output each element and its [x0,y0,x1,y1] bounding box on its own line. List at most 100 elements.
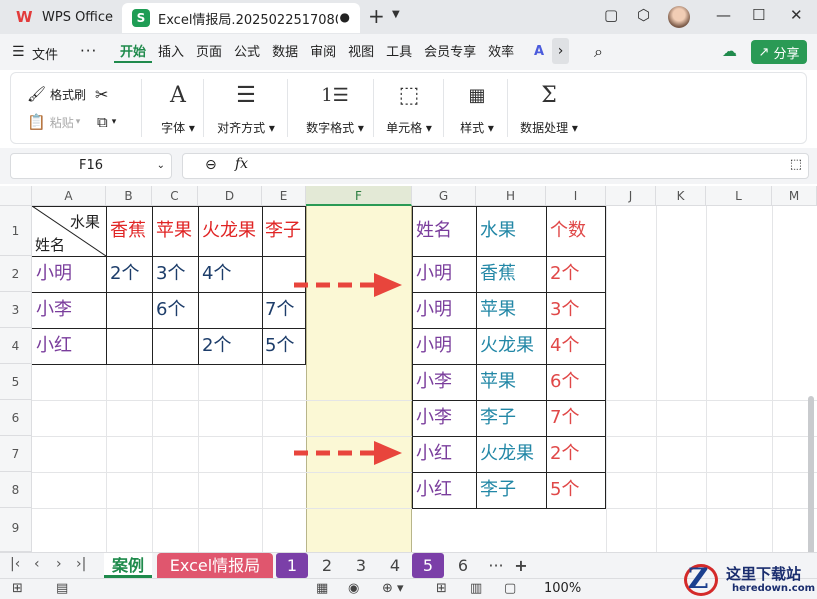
result-count-cell[interactable]: 4个 [547,328,579,364]
result-name-cell[interactable]: 小明 [413,292,452,328]
value-cell-c2[interactable]: 3个 [153,256,185,292]
row-header-8[interactable]: 8 [0,472,32,508]
result-fruit-cell[interactable]: 香蕉 [477,256,516,292]
tab-list-chevron-icon[interactable]: ▼ [392,9,400,20]
row-header-7[interactable]: 7 [0,436,32,472]
tab-data[interactable]: 数据 [266,43,304,63]
column-header-l[interactable]: L [706,186,772,206]
row-header-6[interactable]: 6 [0,400,32,436]
value-cell-c3[interactable]: 6个 [153,292,185,328]
column-header-m[interactable]: M [772,186,817,206]
hamburger-icon[interactable]: ☰ [12,44,25,60]
sheet-tab-3[interactable]: 3 [346,553,376,578]
menu-file[interactable]: 文件 [32,44,58,63]
result-fruit-cell[interactable]: 火龙果 [477,436,534,472]
unsaved-indicator[interactable]: ● [340,10,350,24]
tab-tools[interactable]: 工具 [380,43,418,63]
column-header-i[interactable]: I [546,186,606,206]
column-header-h[interactable]: H [476,186,546,206]
tab-view[interactable]: 视图 [342,43,380,63]
column-header-d[interactable]: D [198,186,262,206]
align-group-button[interactable]: ☰ 对齐方式 ▾ [211,81,281,136]
format-painter-button[interactable]: 🖌 格式刷 [27,85,86,103]
new-tab-icon[interactable]: + [368,4,385,28]
result-count-cell[interactable]: 3个 [547,292,579,328]
result-name-cell[interactable]: 小明 [413,256,452,292]
result-count-cell[interactable]: 6个 [547,364,579,400]
menu-more-icon[interactable]: ··· [80,42,97,60]
result-header-name[interactable]: 姓名 [413,213,452,249]
result-count-cell[interactable]: 5个 [547,472,579,508]
result-name-cell[interactable]: 小红 [413,436,452,472]
value-cell-b2[interactable]: 2个 [107,256,139,292]
column-header-e[interactable]: E [262,186,306,206]
result-name-cell[interactable]: 小红 [413,472,452,508]
name-box[interactable]: F16 ⌄ [10,153,172,179]
maximize-icon[interactable]: ☐ [752,6,765,24]
select-all-corner[interactable] [0,186,32,206]
result-name-cell[interactable]: 小明 [413,328,452,364]
result-count-cell[interactable]: 7个 [547,400,579,436]
prev-sheet-icon[interactable]: ‹ [34,556,40,572]
column-header-g[interactable]: G [412,186,476,206]
page-break-view-icon[interactable]: ▥ [470,581,482,596]
data-processing-button[interactable]: Σ 数据处理 ▾ [515,81,583,136]
macro-icon[interactable]: ⊞ [12,581,23,596]
document-status-icon[interactable]: ▤ [56,581,68,596]
result-fruit-cell[interactable]: 苹果 [477,292,516,328]
result-fruit-cell[interactable]: 火龙果 [477,328,534,364]
eye-icon[interactable]: ◉ [348,581,359,596]
tab-member[interactable]: 会员专享 [418,43,482,63]
normal-view-icon[interactable]: ⊞ [436,581,447,596]
restore-window-icon[interactable]: ▢ [604,6,618,24]
result-count-cell[interactable]: 2个 [547,436,579,472]
search-icon[interactable]: ⌕ [594,42,603,62]
column-header-f[interactable]: F [306,186,412,206]
row-header-2[interactable]: 2 [0,256,32,292]
name-cell[interactable]: 小明 [33,256,72,292]
reading-mode-icon[interactable]: ⊕ ▾ [382,581,404,596]
row-header-3[interactable]: 3 [0,292,32,328]
font-group-button[interactable]: A 字体 ▾ [153,81,203,136]
value-cell-d2[interactable]: 4个 [199,256,231,292]
result-header-count[interactable]: 个数 [547,213,586,249]
last-sheet-icon[interactable]: ›| [76,556,86,572]
fruit-header-cell[interactable]: 香蕉 [107,213,146,249]
sheet-tab-excel-intel[interactable]: Excel情报局 [157,553,273,578]
value-cell-d4[interactable]: 2个 [199,328,231,364]
first-sheet-icon[interactable]: |‹ [10,556,20,572]
tab-home[interactable]: 开始 [114,43,153,63]
sheet-tab-2[interactable]: 2 [312,553,342,578]
sheet-tab-1[interactable]: 1 [276,553,308,578]
sheet-tab-6[interactable]: 6 [448,553,478,578]
result-fruit-cell[interactable]: 苹果 [477,364,516,400]
fruit-header-cell[interactable]: 苹果 [153,213,192,249]
more-sheets-icon[interactable]: ··· [484,553,508,578]
result-header-fruit[interactable]: 水果 [477,213,516,249]
fruit-header-cell[interactable]: 李子 [262,213,301,249]
next-sheet-icon[interactable]: › [56,556,62,572]
row-header-9[interactable]: 9 [0,508,32,552]
zoom-level[interactable]: 100% [544,581,581,596]
result-fruit-cell[interactable]: 李子 [477,472,516,508]
menu-scroll-right-icon[interactable]: › [552,38,569,64]
cube-icon[interactable]: ⬡ [637,6,650,24]
expand-formula-icon[interactable]: ⬚ [790,157,802,172]
tab-efficiency[interactable]: 效率 [482,43,520,63]
fruit-header-cell[interactable]: 火龙果 [199,213,256,249]
vertical-scrollbar[interactable] [808,396,814,552]
row-header-4[interactable]: 4 [0,328,32,364]
sheet-tab-case[interactable]: 案例 [104,553,152,578]
wps-home-tab[interactable]: W WPS Office [8,3,116,31]
name-cell[interactable]: 小红 [33,328,72,364]
styles-group-button[interactable]: ▦ 样式 ▾ [451,81,503,136]
cells-group-button[interactable]: ⬚ 单元格 ▾ [381,81,437,136]
result-name-cell[interactable]: 小李 [413,400,452,436]
formula-input[interactable]: ⊖ fx ⬚ [182,153,809,179]
value-cell-e4[interactable]: 5个 [262,328,294,364]
ai-icon[interactable]: A [534,44,544,59]
column-header-k[interactable]: K [656,186,706,206]
row-header-1[interactable]: 1 [0,206,32,256]
column-header-a[interactable]: A [32,186,106,206]
cloud-sync-icon[interactable]: ☁ [722,42,737,60]
